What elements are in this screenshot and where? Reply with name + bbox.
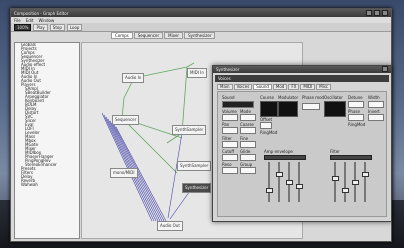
tab-sequencer[interactable]: Sequencer (133, 32, 164, 39)
amp-envelope-bar (264, 155, 306, 160)
loop-button[interactable]: Loop (66, 23, 83, 31)
node-synthsampler-2[interactable]: SynthSampler (177, 161, 212, 171)
amp-slider-knob[interactable] (276, 172, 283, 177)
pan-field[interactable] (222, 127, 238, 134)
dtab-fx[interactable]: FX (288, 84, 300, 90)
toolbar: 100% Play Stop Loop (11, 23, 391, 32)
phase-field[interactable] (348, 114, 364, 121)
group-field[interactable] (240, 167, 256, 174)
modulator-label: Modulator (278, 95, 299, 100)
detune-field[interactable] (348, 101, 364, 108)
dialog-header: Voices (215, 75, 389, 82)
amp-slider-knob[interactable] (296, 184, 303, 189)
close-icon[interactable] (382, 9, 388, 16)
dtab-mod[interactable]: Mod (272, 84, 288, 90)
filter-envelope-bar (330, 155, 372, 160)
dialog-title-bar: Synthesizer (213, 66, 391, 73)
sound-select[interactable] (222, 101, 254, 108)
glide-field[interactable] (240, 154, 256, 161)
play-button[interactable]: Play (33, 23, 48, 31)
zoom-field[interactable]: 100% (14, 23, 32, 31)
filter-slider-track[interactable] (344, 162, 346, 202)
oscillator-envelope[interactable] (324, 101, 346, 117)
dtab-midi[interactable]: MIDI (300, 84, 316, 90)
node-sequencer[interactable]: Sequencer (112, 115, 140, 125)
cutoff-field[interactable] (222, 154, 238, 161)
fine-field[interactable] (240, 141, 256, 148)
volume-field[interactable] (222, 114, 238, 121)
tab-mixer[interactable]: Mixer (164, 32, 184, 39)
title-bar: Composition - Graph Editor (11, 9, 391, 17)
filter-field[interactable] (222, 141, 238, 148)
sound-label: Sound (222, 95, 235, 100)
amp-slider-track[interactable] (298, 162, 300, 202)
synthesizer-dialog: Synthesizer Voices Main Voices Sound Mod… (212, 65, 392, 222)
filter-slider-knob[interactable] (332, 176, 339, 181)
amp-slider-track[interactable] (268, 162, 270, 202)
modulator-envelope[interactable] (278, 101, 298, 117)
ringmod2-label: RingMod (348, 122, 366, 127)
sidebar-item[interactable]: Wahwah (15, 183, 79, 187)
dtab-main[interactable]: Main (217, 84, 233, 90)
tab-synthesizer[interactable]: Synthesizer (184, 32, 216, 39)
window-title: Composition - Graph Editor (14, 10, 69, 16)
invert-field[interactable] (368, 114, 384, 121)
node-mono-midi[interactable]: mono/MIDI (110, 168, 138, 178)
menu-edit[interactable]: Edit (26, 18, 34, 23)
width-field[interactable] (368, 101, 384, 108)
course-envelope[interactable] (260, 101, 278, 117)
amp-envelope-label: Amp envelope (264, 149, 293, 154)
mode-field[interactable] (240, 114, 256, 121)
node-audio-out[interactable]: Audio Out (157, 221, 183, 231)
sidebar: Globals Projects Comps Sequencer Synthesizer… (14, 42, 80, 239)
ringmod-label: RingMod (260, 130, 278, 135)
stop-button[interactable]: Stop (49, 23, 65, 31)
filter-envelope-label: Filter (330, 149, 340, 154)
dtab-misc[interactable]: Misc (316, 84, 332, 90)
node-audio-in[interactable]: Audio In (122, 73, 145, 83)
offset-field[interactable] (260, 122, 272, 129)
minimize-icon[interactable] (366, 9, 372, 16)
coarse-field[interactable] (240, 127, 256, 134)
amp-slider-track[interactable] (278, 162, 280, 202)
filter-slider-track[interactable] (334, 162, 336, 202)
dtab-sound[interactable]: Sound (253, 84, 272, 90)
dialog-close-icon[interactable] (382, 66, 388, 72)
node-midi-in[interactable]: MIDI In (187, 68, 207, 78)
course-label: Course (260, 95, 274, 100)
filter-slider-knob[interactable] (362, 172, 369, 177)
tab-comps[interactable]: Comps (111, 32, 133, 39)
node-synthesizer[interactable]: Synthesizer (182, 183, 212, 193)
amp-slider-knob[interactable] (266, 188, 273, 193)
detune-label: Detune (348, 95, 363, 100)
phase-mod-field[interactable] (302, 103, 320, 110)
node-synthsampler-1[interactable]: SynthSampler (172, 125, 207, 135)
maximize-icon[interactable] (374, 9, 380, 16)
dtab-voices[interactable]: Voices (233, 84, 253, 90)
filter-slider-knob[interactable] (342, 188, 349, 193)
dialog-title: Synthesizer (216, 67, 240, 72)
menu-window[interactable]: Window (38, 18, 54, 23)
width-label: Width (368, 95, 380, 100)
oscillator-label: Oscillator (324, 95, 343, 100)
tab-strip: Comps Sequencer Mixer Synthesizer (111, 32, 216, 39)
sound-panel: Sound Volume Mode Pan Coarse Filter Fine… (217, 91, 387, 217)
dialog-tabs: Main Voices Sound Mod FX MIDI Misc (217, 84, 332, 90)
reso-field[interactable] (222, 167, 238, 174)
amp-slider-knob[interactable] (286, 180, 293, 185)
filter-slider-knob[interactable] (352, 180, 359, 185)
phase-mod-label: Phase mod (302, 95, 325, 100)
filter-slider-track[interactable] (364, 162, 366, 202)
menu-file[interactable]: File (14, 18, 21, 23)
